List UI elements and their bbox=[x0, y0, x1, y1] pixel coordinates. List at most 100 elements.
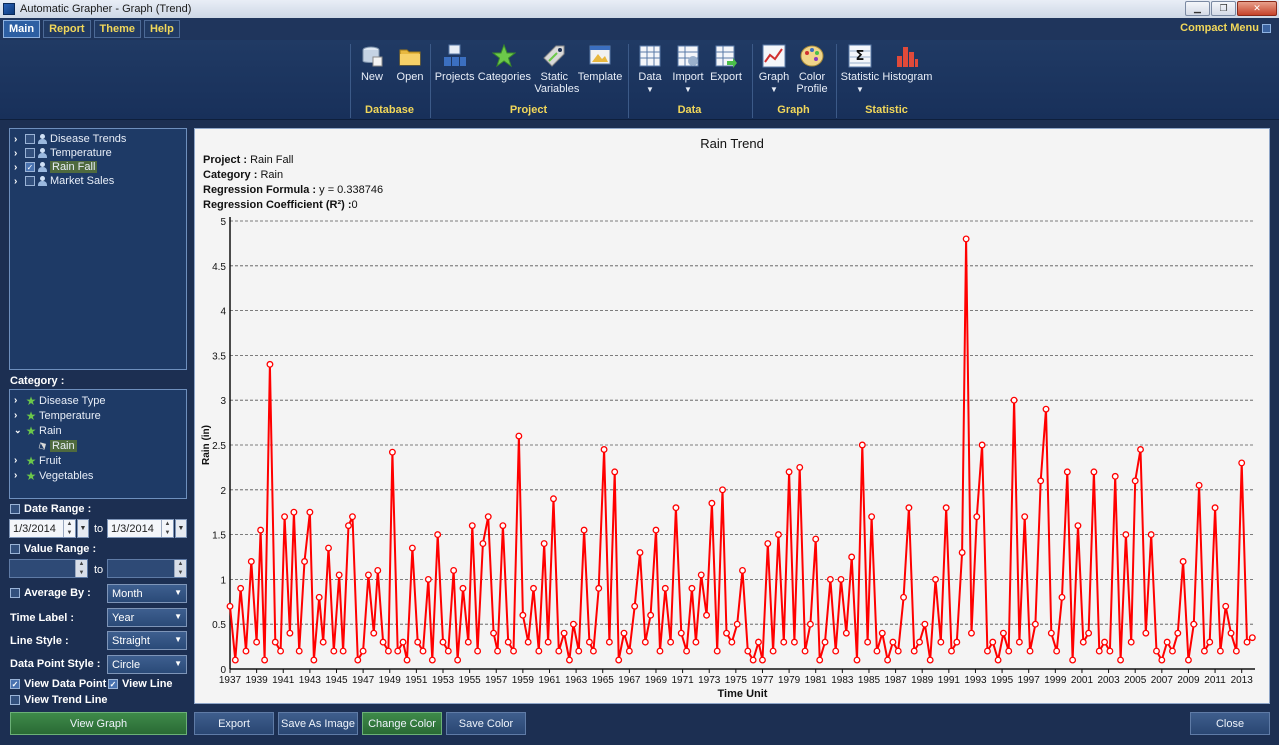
date-to-spinner[interactable]: ▲ ▼ bbox=[161, 520, 173, 537]
import-button[interactable]: Import ▼ bbox=[671, 44, 705, 96]
chevron-right-icon[interactable]: › bbox=[14, 410, 23, 421]
data-point bbox=[345, 522, 352, 530]
tab-help[interactable]: Help bbox=[143, 20, 180, 38]
date-from-dropdown[interactable]: ▼ bbox=[77, 519, 89, 538]
graph-button[interactable]: Graph ▼ bbox=[757, 44, 791, 96]
view-data-point-option[interactable]: ✓ View Data Point bbox=[10, 678, 106, 690]
new-button[interactable]: New bbox=[355, 44, 389, 83]
view-data-point-checkbox[interactable]: ✓ bbox=[10, 679, 20, 689]
template-button[interactable]: Template bbox=[578, 44, 622, 95]
data-point bbox=[464, 638, 472, 646]
value-from-input[interactable]: ▲ ▼ bbox=[9, 559, 88, 578]
statistic-button[interactable]: Σ Statistic ▼ bbox=[841, 44, 879, 96]
data-point bbox=[459, 584, 467, 592]
tree-item-temperature[interactable]: › Temperature bbox=[14, 146, 182, 160]
save-as-image-button[interactable]: Save As Image bbox=[278, 712, 358, 735]
chevron-right-icon[interactable]: › bbox=[14, 148, 23, 159]
tree-item-disease-trends[interactable]: › Disease Trends bbox=[14, 132, 182, 146]
star-icon: ★ bbox=[25, 453, 37, 468]
histogram-button[interactable]: Histogram bbox=[882, 44, 932, 96]
export-ribbon-button[interactable]: Export bbox=[709, 44, 743, 96]
chevron-right-icon[interactable]: › bbox=[14, 134, 23, 145]
average-by-option[interactable]: Average By : bbox=[10, 587, 91, 599]
view-line-option[interactable]: ✓ View Line bbox=[108, 678, 173, 690]
save-color-button[interactable]: Save Color bbox=[446, 712, 526, 735]
close-window-button[interactable]: ✕ bbox=[1237, 1, 1277, 16]
static-variables-button[interactable]: Static Variables bbox=[534, 44, 579, 95]
projects-button[interactable]: Projects bbox=[435, 44, 474, 95]
category-item-disease-type[interactable]: › ★ Disease Type bbox=[14, 393, 182, 408]
category-item-fruit[interactable]: › ★ Fruit bbox=[14, 453, 182, 468]
category-item-vegetables[interactable]: › ★ Vegetables bbox=[14, 468, 182, 483]
compact-menu-toggle[interactable]: Compact Menu bbox=[1180, 22, 1271, 34]
value-to-spinner[interactable]: ▲ ▼ bbox=[174, 560, 186, 577]
tree-checkbox[interactable] bbox=[25, 134, 35, 144]
chevron-right-icon[interactable]: › bbox=[14, 395, 23, 406]
date-range-checkbox[interactable] bbox=[10, 504, 20, 514]
chevron-right-icon[interactable]: › bbox=[14, 162, 23, 173]
category-label: Fruit bbox=[39, 454, 61, 467]
tree-checkbox[interactable] bbox=[25, 176, 35, 186]
tree-checkbox[interactable] bbox=[25, 148, 35, 158]
chevron-right-icon[interactable]: › bbox=[14, 455, 23, 466]
tree-item-label: Disease Trends bbox=[50, 133, 127, 145]
data-button[interactable]: Data ▼ bbox=[633, 44, 667, 96]
data-label: Data bbox=[638, 71, 662, 83]
x-tick-label: 1959 bbox=[512, 675, 535, 686]
change-color-button[interactable]: Change Color bbox=[362, 712, 442, 735]
chevron-down-icon[interactable]: ⌄ bbox=[14, 425, 23, 436]
time-label-select[interactable]: Year ▼ bbox=[107, 608, 187, 627]
palette-icon bbox=[800, 45, 824, 67]
x-tick-label: 2007 bbox=[1151, 675, 1174, 686]
view-graph-button[interactable]: View Graph bbox=[10, 712, 187, 735]
tab-main[interactable]: Main bbox=[3, 20, 41, 38]
tree-item-rain-fall[interactable]: › ✓ Rain Fall bbox=[14, 160, 182, 174]
tab-report[interactable]: Report bbox=[43, 20, 91, 38]
chevron-right-icon[interactable]: › bbox=[14, 176, 23, 187]
date-from-spinner[interactable]: ▲ ▼ bbox=[63, 520, 75, 537]
value-range-option[interactable]: Value Range : bbox=[10, 543, 96, 555]
data-point bbox=[1090, 468, 1098, 476]
average-by-checkbox[interactable] bbox=[10, 588, 20, 598]
minimize-button[interactable]: ▁ bbox=[1185, 1, 1210, 16]
y-tick-label: 2 bbox=[220, 486, 226, 497]
date-from-input[interactable]: 1/3/2014 ▲ ▼ bbox=[9, 519, 76, 538]
point-style-select[interactable]: Circle ▼ bbox=[107, 655, 187, 674]
data-point bbox=[444, 647, 452, 655]
tree-item-market-sales[interactable]: › Market Sales bbox=[14, 174, 182, 188]
color-profile-button[interactable]: Color Profile bbox=[795, 44, 829, 96]
data-point bbox=[550, 495, 557, 503]
view-trend-line-option[interactable]: View Trend Line bbox=[10, 694, 108, 706]
users-icon bbox=[37, 176, 48, 186]
close-button[interactable]: Close bbox=[1190, 712, 1270, 735]
tab-theme[interactable]: Theme bbox=[93, 20, 141, 38]
average-by-select[interactable]: Month ▼ bbox=[107, 584, 187, 603]
categories-button[interactable]: Categories bbox=[478, 44, 531, 95]
view-trend-line-checkbox[interactable] bbox=[10, 695, 20, 705]
value-from-spinner[interactable]: ▲ ▼ bbox=[75, 560, 87, 577]
date-to-input[interactable]: 1/3/2014 ▲ ▼ bbox=[107, 519, 174, 538]
chevron-right-icon[interactable]: › bbox=[14, 470, 23, 481]
category-item-temperature[interactable]: › ★ Temperature bbox=[14, 408, 182, 423]
date-to-dropdown[interactable]: ▼ bbox=[175, 519, 187, 538]
data-point bbox=[1153, 647, 1160, 655]
y-tick-label: 3.5 bbox=[212, 351, 226, 362]
open-button[interactable]: Open bbox=[393, 44, 427, 83]
maximize-button[interactable]: ❐ bbox=[1211, 1, 1236, 16]
data-point bbox=[1147, 531, 1155, 539]
category-variable-rain[interactable]: ⬗ Rain bbox=[14, 438, 182, 453]
value-range-checkbox[interactable] bbox=[10, 544, 20, 554]
tree-checkbox-checked[interactable]: ✓ bbox=[25, 162, 35, 172]
average-by-label: Average By : bbox=[24, 587, 91, 599]
view-line-checkbox[interactable]: ✓ bbox=[108, 679, 118, 689]
data-point bbox=[837, 575, 845, 583]
export-button[interactable]: Export bbox=[194, 712, 274, 735]
data-point bbox=[399, 638, 407, 646]
value-to-input[interactable]: ▲ ▼ bbox=[107, 559, 187, 578]
category-item-rain[interactable]: ⌄ ★ Rain bbox=[14, 423, 182, 438]
x-tick-label: 1949 bbox=[379, 675, 402, 686]
line-graph-icon bbox=[762, 44, 786, 68]
date-range-option[interactable]: Date Range : bbox=[10, 503, 91, 515]
line-style-select[interactable]: Straight ▼ bbox=[107, 631, 187, 650]
data-point bbox=[1015, 638, 1023, 646]
